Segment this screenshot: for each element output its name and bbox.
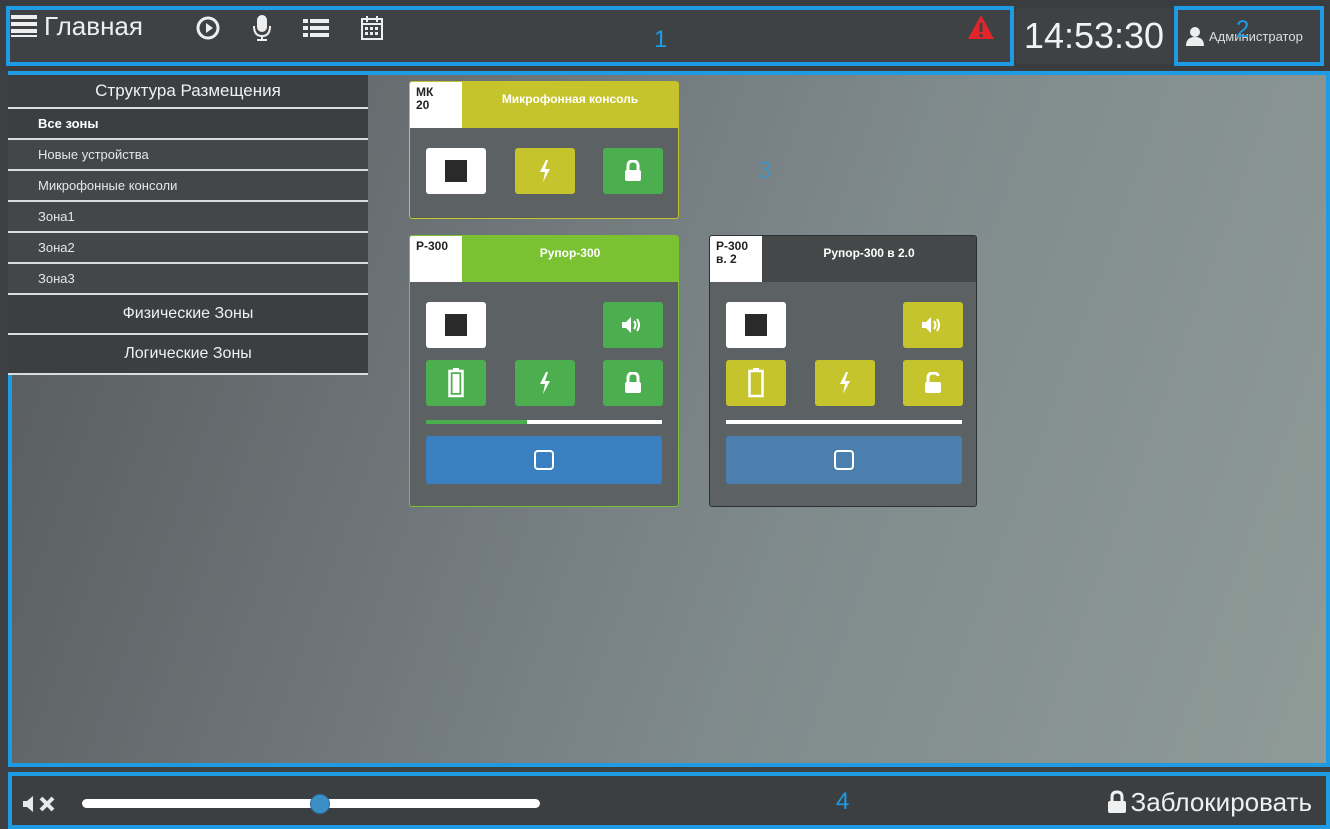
volume-slider-handle[interactable] bbox=[310, 794, 331, 814]
power-status-button[interactable] bbox=[515, 360, 575, 406]
home-menu-button[interactable]: Главная bbox=[10, 8, 143, 44]
sidebar-item-new-devices[interactable]: Новые устройства bbox=[8, 140, 368, 171]
user-icon bbox=[1186, 27, 1204, 46]
device-code: МК 20 bbox=[410, 82, 462, 128]
power-status-button[interactable] bbox=[515, 148, 575, 194]
progress-bar bbox=[726, 420, 962, 424]
device-card-rupor-300[interactable]: Р-300 Рупор-300 bbox=[409, 235, 679, 507]
battery-button[interactable] bbox=[726, 360, 786, 406]
clock: 14:53:30 bbox=[1016, 8, 1172, 64]
padlock-icon bbox=[1107, 790, 1126, 813]
main-toolbar bbox=[6, 6, 1014, 66]
speaker-button[interactable] bbox=[603, 302, 663, 348]
lock-label: Заблокировать bbox=[1130, 786, 1313, 817]
progress-bar bbox=[426, 420, 662, 424]
region-label-2: 2 bbox=[1236, 16, 1250, 43]
region-label-3: 3 bbox=[758, 157, 772, 184]
placement-structure-panel: Структура Размещения Все зоны Новые устр… bbox=[8, 75, 368, 375]
stop-icon bbox=[445, 314, 467, 336]
region-label-4: 4 bbox=[836, 788, 850, 815]
card-header: Р-300 Рупор-300 bbox=[410, 236, 678, 282]
lock-icon bbox=[625, 372, 641, 393]
progress-fill bbox=[426, 420, 528, 424]
device-name: Микрофонная консоль bbox=[501, 92, 639, 106]
unlock-icon bbox=[925, 372, 941, 393]
schedule-button[interactable] bbox=[358, 14, 386, 42]
sidebar-item-zone2[interactable]: Зона2 bbox=[8, 233, 368, 264]
lock-screen-button[interactable]: Заблокировать bbox=[1107, 784, 1313, 820]
lightning-icon bbox=[540, 160, 550, 182]
power-status-button[interactable] bbox=[815, 360, 875, 406]
select-toggle-button[interactable] bbox=[426, 436, 662, 484]
user-menu[interactable]: Администратор 2 bbox=[1174, 6, 1324, 66]
device-code-line1: Р-300 bbox=[416, 239, 449, 253]
sidebar-item-zone3[interactable]: Зона3 bbox=[8, 264, 368, 295]
lock-icon bbox=[625, 160, 641, 181]
list-bullets-icon bbox=[303, 19, 329, 37]
checkbox-icon bbox=[834, 450, 854, 470]
device-card-mic-console[interactable]: МК 20 Микрофонная консоль bbox=[409, 81, 679, 219]
microphone-button[interactable] bbox=[248, 14, 276, 42]
physical-zones-section[interactable]: Физические Зоны bbox=[8, 295, 368, 335]
sidebar-item-all-zones[interactable]: Все зоны bbox=[8, 109, 368, 140]
region-label-1: 1 bbox=[654, 26, 668, 53]
speaker-button[interactable] bbox=[903, 302, 963, 348]
device-code-line2: в. 2 bbox=[716, 252, 737, 266]
device-card-rupor-300-v2[interactable]: Р-300 в. 2 Рупор-300 в 2.0 bbox=[709, 235, 977, 507]
battery-icon bbox=[448, 368, 464, 398]
device-name: Рупор-300 в 2.0 bbox=[823, 246, 915, 260]
checkbox-icon bbox=[534, 450, 554, 470]
stop-button[interactable] bbox=[426, 302, 486, 348]
lightning-icon bbox=[540, 372, 550, 394]
stop-icon bbox=[745, 314, 767, 336]
microphone-icon bbox=[253, 15, 271, 41]
battery-icon bbox=[748, 368, 764, 398]
stop-icon bbox=[445, 160, 467, 182]
speaker-icon bbox=[922, 317, 940, 333]
bottom-bar: 4 Заблокировать bbox=[8, 772, 1330, 829]
list-icon bbox=[11, 15, 37, 37]
list-view-button[interactable] bbox=[302, 14, 330, 42]
lock-button[interactable] bbox=[603, 148, 663, 194]
device-code: Р-300 в. 2 bbox=[710, 236, 762, 282]
lock-button[interactable] bbox=[603, 360, 663, 406]
alert-triangle-icon[interactable] bbox=[966, 12, 996, 42]
structure-header[interactable]: Структура Размещения bbox=[8, 75, 368, 109]
sidebar-item-zone1[interactable]: Зона1 bbox=[8, 202, 368, 233]
speaker-icon bbox=[622, 317, 640, 333]
logical-zones-section[interactable]: Логические Зоны bbox=[8, 335, 368, 375]
unlock-button[interactable] bbox=[903, 360, 963, 406]
user-name: Администратор bbox=[1209, 28, 1303, 44]
select-toggle-button[interactable] bbox=[726, 436, 962, 484]
card-header: Р-300 в. 2 Рупор-300 в 2.0 bbox=[710, 236, 976, 282]
speaker-mute-icon[interactable] bbox=[22, 793, 64, 815]
card-header: МК 20 Микрофонная консоль bbox=[410, 82, 678, 128]
stop-button[interactable] bbox=[726, 302, 786, 348]
play-circle-icon bbox=[196, 16, 220, 40]
device-code: Р-300 bbox=[410, 236, 462, 282]
sidebar-item-mic-consoles[interactable]: Микрофонные консоли bbox=[8, 171, 368, 202]
battery-button[interactable] bbox=[426, 360, 486, 406]
calendar-icon bbox=[361, 16, 383, 40]
home-label: Главная bbox=[44, 10, 143, 41]
top-bar: Главная 1 14:53:30 Администратор 2 bbox=[0, 0, 1330, 70]
device-name: Рупор-300 bbox=[539, 246, 601, 260]
play-button[interactable] bbox=[194, 14, 222, 42]
device-code-line2: 20 bbox=[416, 98, 430, 112]
lightning-icon bbox=[840, 372, 850, 394]
stop-button[interactable] bbox=[426, 148, 486, 194]
